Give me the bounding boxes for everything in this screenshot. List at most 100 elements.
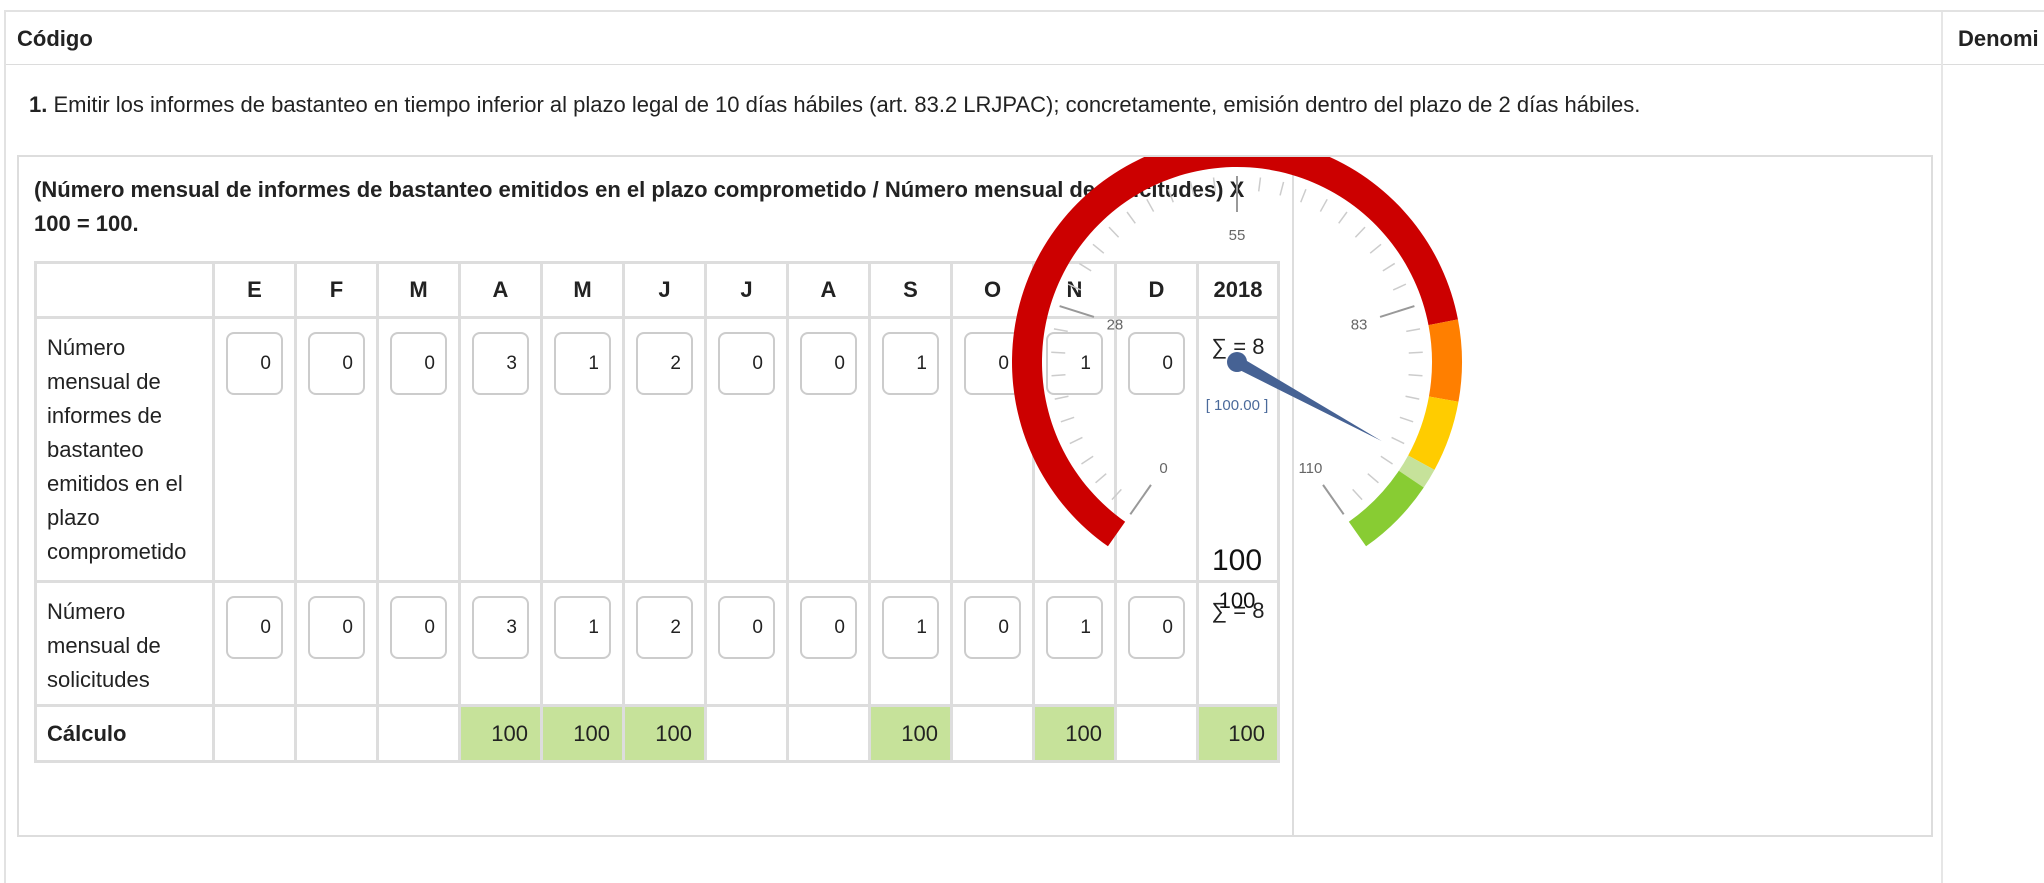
- month-input[interactable]: 0: [800, 596, 857, 659]
- gauge-minor-tick: [1354, 226, 1366, 238]
- month-input[interactable]: 0: [390, 596, 447, 659]
- calc-cell: [294, 704, 379, 763]
- month-input[interactable]: 0: [718, 332, 775, 395]
- gauge-minor-tick: [1054, 395, 1069, 400]
- gauge-band: [1408, 396, 1459, 470]
- gauge-minor-tick: [1338, 211, 1348, 224]
- month-input[interactable]: 1: [554, 332, 611, 395]
- gauge-minor-tick: [1067, 283, 1082, 291]
- gauge-color-bands: [1012, 157, 1462, 547]
- gauge-tick-label: 55: [1229, 227, 1246, 244]
- month-input[interactable]: 0: [800, 332, 857, 395]
- gauge-tick-label: 110: [1298, 460, 1322, 477]
- month-header: A: [786, 261, 871, 319]
- header-denominacion: Denomi: [1958, 26, 2039, 51]
- gauge-minor-tick: [1051, 351, 1066, 354]
- gauge-minor-tick: [1406, 328, 1421, 333]
- month-input[interactable]: 1: [882, 332, 939, 395]
- corner-header: [34, 261, 215, 319]
- month-header: J: [704, 261, 789, 319]
- gauge-major-tick: [1322, 484, 1345, 515]
- gauge-tick-labels: 0 28 55 83 110: [1107, 227, 1368, 477]
- gauge-minor-tick: [1408, 373, 1423, 377]
- gauge-value-small: 100: [1219, 588, 1256, 613]
- month-input[interactable]: 3: [472, 332, 529, 395]
- gauge-band: [1428, 319, 1462, 402]
- objective-text: 1. Emitir los informes de bastanteo en t…: [29, 92, 1640, 118]
- gauge-minor-tick: [1300, 188, 1307, 203]
- gauge-major-tick: [1379, 305, 1415, 318]
- gauge-minor-tick: [1319, 198, 1328, 212]
- gauge-minor-tick: [1405, 395, 1420, 400]
- table-header-row: Código Denomi: [6, 12, 2044, 65]
- gauge-minor-tick: [1146, 198, 1155, 212]
- month-input[interactable]: 1: [882, 596, 939, 659]
- calc-cell: 100: [458, 704, 543, 763]
- gauge-minor-tick: [1279, 181, 1285, 196]
- gauge-minor-tick: [1069, 436, 1083, 445]
- gauge-minor-tick: [1399, 416, 1414, 423]
- header-codigo: Código: [17, 26, 93, 51]
- gauge-value-big: 100: [1212, 544, 1262, 577]
- month-header: E: [212, 261, 297, 319]
- gauge-minor-tick: [1095, 473, 1107, 484]
- gauge-tick-label: 28: [1107, 317, 1124, 334]
- gauge-minor-tick: [1111, 488, 1122, 501]
- month-header: A: [458, 261, 543, 319]
- month-input[interactable]: 2: [636, 332, 693, 395]
- objective-number: 1.: [29, 92, 48, 117]
- month-header: F: [294, 261, 379, 319]
- gauge-value-label: [ 100.00 ]: [1206, 397, 1269, 414]
- gauge-needle-hub: [1227, 352, 1247, 372]
- gauge-minor-tick: [1051, 373, 1066, 377]
- calc-cell: [212, 704, 297, 763]
- gauge-minor-tick: [1382, 262, 1396, 272]
- month-input[interactable]: 1: [554, 596, 611, 659]
- month-input[interactable]: 0: [390, 332, 447, 395]
- objective-description: Emitir los informes de bastanteo en tiem…: [47, 92, 1641, 117]
- month-input[interactable]: 0: [226, 332, 283, 395]
- gauge-minor-tick: [1167, 188, 1174, 203]
- month-input[interactable]: 3: [472, 596, 529, 659]
- gauge-minor-tick: [1053, 328, 1068, 333]
- calc-cell: [704, 704, 789, 763]
- month-input[interactable]: 2: [636, 596, 693, 659]
- gauge-minor-tick: [1212, 177, 1217, 192]
- month-header: J: [622, 261, 707, 319]
- row-label-solicitudes: Número mensual de solicitudes: [34, 580, 215, 707]
- gauge-minor-tick: [1392, 283, 1407, 291]
- speedometer-gauge: 0 28 55 83 110 [ 100.00 ] 100 100: [1012, 157, 1462, 613]
- gauge-minor-tick: [1380, 455, 1393, 465]
- row-label-informes: Número mensual de informes de bastanteo …: [34, 316, 215, 583]
- gauge-major-tick: [1059, 305, 1095, 318]
- gauge-minor-tick: [1060, 416, 1075, 423]
- gauge-minor-tick: [1189, 181, 1195, 196]
- gauge-minor-tick: [1391, 436, 1405, 445]
- month-header: M: [376, 261, 461, 319]
- gauge-minor-tick: [1257, 177, 1262, 192]
- gauge-minor-tick: [1092, 243, 1105, 254]
- calc-cell: 100: [622, 704, 707, 763]
- calc-cell: [786, 704, 871, 763]
- month-input[interactable]: 0: [308, 332, 365, 395]
- gauge-tick-label: 83: [1351, 317, 1368, 334]
- gauge-minor-tick: [1352, 488, 1363, 501]
- gauge-minor-tick: [1367, 473, 1379, 484]
- calc-cell: 100: [540, 704, 625, 763]
- column-divider: [1941, 12, 1943, 883]
- month-header: M: [540, 261, 625, 319]
- calc-cell: [376, 704, 461, 763]
- gauge-minor-tick: [1369, 243, 1382, 254]
- month-input[interactable]: 0: [226, 596, 283, 659]
- gauge-tick-label: 0: [1159, 460, 1167, 477]
- gauge-minor-tick: [1078, 262, 1092, 272]
- month-input[interactable]: 0: [308, 596, 365, 659]
- gauge-minor-tick: [1108, 226, 1120, 238]
- month-input[interactable]: 0: [718, 596, 775, 659]
- row-label-calculo: Cálculo: [34, 704, 215, 763]
- gauge-minor-tick: [1126, 211, 1136, 224]
- gauge-minor-tick: [1408, 351, 1423, 354]
- gauge-minor-tick: [1081, 455, 1094, 465]
- gauge-band: [1348, 470, 1424, 547]
- gauge-major-tick: [1129, 484, 1152, 515]
